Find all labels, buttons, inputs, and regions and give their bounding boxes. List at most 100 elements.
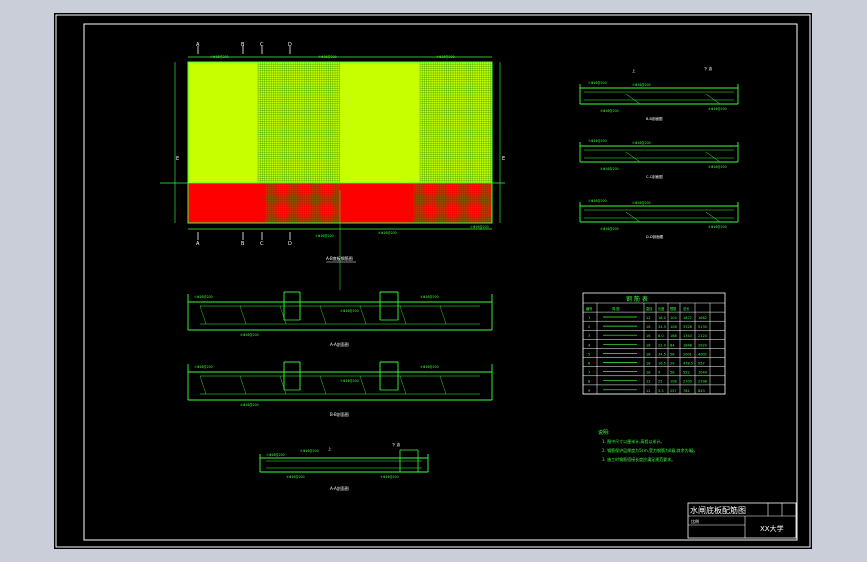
table-cell: 4002 [698,352,707,356]
table-cell: 18 [646,362,650,366]
section-caption: A-A剖面图 [330,341,349,347]
bar-callout: ④Φ16@200 [240,333,259,337]
table-cell: 478.5 [683,362,693,366]
top-label: 上 [632,68,636,73]
table-cell: 34.5 [658,325,666,329]
bar-callout: ②Φ16@200 [632,141,651,145]
bar-callout: ④Φ16@200 [286,475,305,479]
table-cell: 1 [588,316,590,320]
bar-callout: ②Φ16@200 [340,309,359,313]
table-cell: 29 [670,362,674,366]
note-line-1: 1. 图中尺寸以厘米计,高程以米计。 [602,438,664,444]
long-sections: ①Φ16@200②Φ16@200③Φ16@200④Φ16@200A-A剖面图①Φ… [187,291,493,491]
table-cell: 16 [646,343,650,347]
bar-callout: ①Φ16@200 [194,295,213,299]
table-cell: 34.5 [658,352,666,356]
table-cell: 18 [646,352,650,356]
table-cell: 5 [588,352,590,356]
bar-callout: ①Φ16@200 [194,365,213,369]
table-title: 钢 筋 表 [626,295,648,303]
table-cell: 22.0 [658,343,666,347]
table-cell: 2001 [683,352,692,356]
bar-callout: ④Φ16@200 [378,231,397,235]
plan-view: A A B B C C D D ①Φ16@200 ②Φ16@200 ③Φ16@200 ④Φ16@200… [160,42,505,290]
bar-callout: ②Φ16@200 [300,449,319,453]
table-cell: 58 [670,371,674,375]
bar-callout: ②Φ16@200 [632,201,651,205]
bar-callout: ①Φ16@200 [266,453,285,457]
bar-callout: ③Φ16@200 [600,167,619,171]
bar-callout: ③Φ16@200 [420,365,439,369]
cut-letter-top: B [241,42,245,48]
cut-letter-top: A [196,42,200,48]
bar-callout: ③Φ16@200 [600,109,619,113]
section-caption: D-D剖面图 [646,234,664,239]
bar-callout: ①Φ16@200 [210,55,229,59]
table-cell: 3 [588,334,590,338]
table-cell: 9 [588,389,590,393]
table-cell: 3726 [683,325,692,329]
table-cell: 843 [698,389,705,393]
cut-letter-bottom: B [241,241,245,247]
table-cell: 104 [670,316,677,320]
table-cell: 1848 [683,343,692,347]
top-label: 上 [328,446,332,451]
svg-text:E: E [502,156,505,162]
bar-callout: ①Φ16@200 [470,225,489,229]
table-cell: 9 [658,371,660,375]
table-header: 长度 [658,306,665,311]
table-cell: 16 [646,334,650,338]
table-cell: 108 [670,325,677,329]
table-cell: 18 [646,371,650,375]
small-section: ①Φ16@200 ②Φ16@200 ③Φ16@200 ④Φ16@200 D-D剖面图 [579,199,739,239]
table-cell: 12 [646,380,650,384]
table-header: 编号 [586,306,592,311]
table-cell: 957 [698,362,705,366]
table-cell: 1044 [698,371,708,375]
long-section: ①Φ16@200 ②Φ16@200 ③Φ16@200 ④Φ16@200 A-A剖面图 [187,291,493,347]
table-cell: 16 [646,325,650,329]
svg-text:E: E [176,156,179,162]
table-header: 简 图 [612,306,619,311]
small-sections: ①Φ16@200 ②Φ16@200 ③Φ16@200 ④Φ16@200 B-B剖面图①Φ… [579,66,739,239]
table-cell: 6 [588,362,590,366]
bar-callout: ④Φ16@200 [708,107,727,111]
note-line-2: 2. 钢筋保护层厚度为5cm,受力钢筋为II级,其余为I级。 [602,447,698,453]
bar-callout: ④Φ16@200 [240,403,259,407]
table-cell: 8 [588,380,590,384]
table-cell: 18.0 [658,316,666,320]
bar-callout: ②Φ16@200 [318,55,337,59]
scale-label: 比例 [691,518,699,524]
notes-heading: 说明: [598,429,610,436]
table-cell: 8.0 [658,334,664,338]
section-caption: B-B剖面图 [330,411,349,417]
table-header: 总长 [683,306,690,311]
cut-letter-bottom: C [260,241,264,247]
table-cell: 84 [670,343,675,347]
plan-caption: A-B底板钢筋图 [326,255,353,261]
side-label: 下 游 [392,442,401,447]
cut-letter-top: C [260,42,264,48]
bar-callout: ②Φ16@200 [632,83,651,87]
bar-callout: ①Φ16@200 [588,81,607,85]
bar-callout: ④Φ16@200 [708,165,727,169]
table-cell: 1872 [683,316,692,320]
bar-callout: ④Φ16@200 [708,225,727,229]
note-line-3: 3. 施工时钢筋搭接长度应满足规范要求。 [602,456,675,462]
section-caption: B-B剖面图 [646,116,663,121]
table-cell: 4 [588,343,591,347]
cut-letter-bottom: A [196,241,200,247]
bar-callout: ③Φ16@200 [420,295,439,299]
table-header: 直径 [646,306,653,311]
small-section: ①Φ16@200 ②Φ16@200 ③Φ16@200 ④Φ16@200 B-B剖面图 [579,81,739,121]
table-cell: 16.5 [658,362,666,366]
cut-letter-bottom: D [288,241,292,247]
table-cell: 257 [670,389,677,393]
table-cell: 1662 [698,316,707,320]
table-cell: 522 [683,371,690,375]
drawing-title: 水闸底板配筋图 [690,505,746,515]
bar-callout: ②Φ16@200 [315,234,334,238]
table-cell: 12 [646,389,650,393]
table-cell: 2 [588,325,590,329]
short-section: ①Φ16@200 ②Φ16@200 ③Φ16@200 ④Φ16@200 上 下 游 A-A剖… [259,442,429,491]
